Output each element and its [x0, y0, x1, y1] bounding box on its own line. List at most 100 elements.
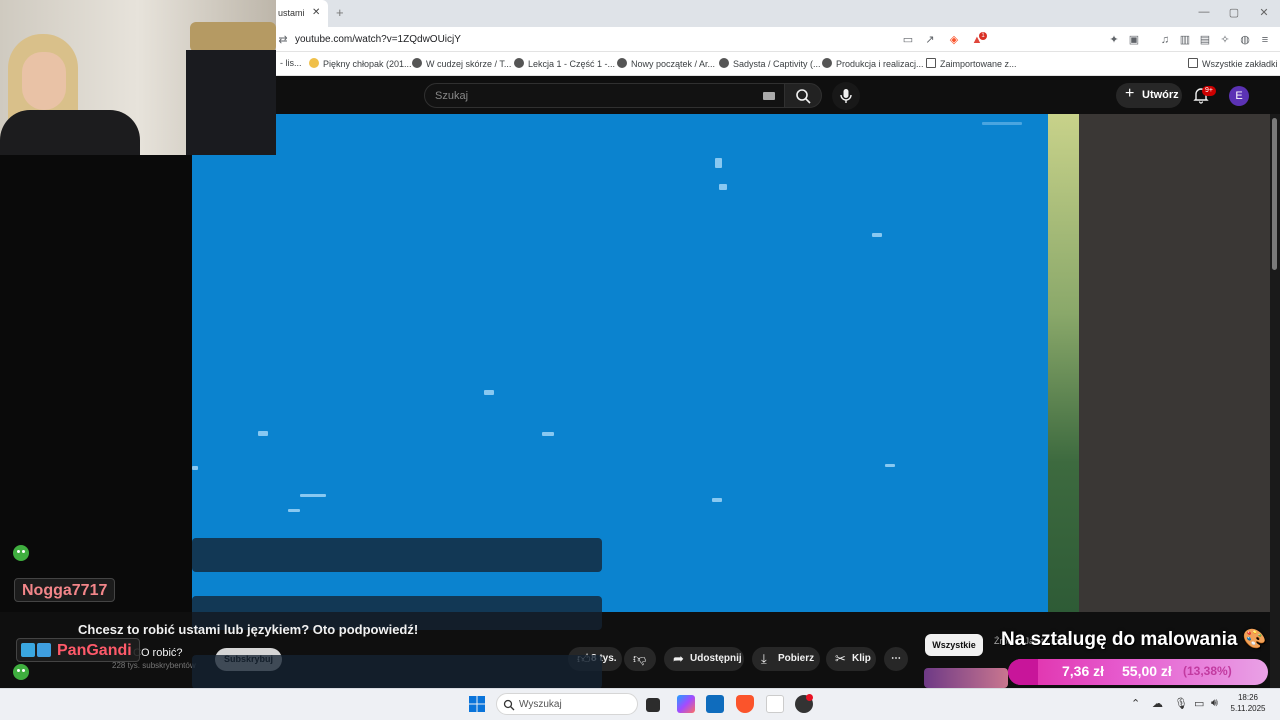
new-tab-button[interactable]: +	[336, 5, 344, 20]
store-icon[interactable]	[706, 695, 724, 713]
scissors-icon: ✂	[835, 651, 846, 666]
task-view-icon[interactable]	[646, 698, 660, 712]
cast-icon[interactable]: ▭	[901, 33, 915, 47]
notifications-badge: 9+	[1202, 86, 1216, 96]
windows-start-icon[interactable]	[469, 696, 485, 712]
all-bookmarks-folder[interactable]: Wszystkie zakładki	[1188, 58, 1278, 69]
share-arrow-icon: ➦	[673, 651, 684, 666]
tab-title: ustami	[278, 8, 305, 18]
create-button[interactable]: + Utwórz	[1116, 83, 1182, 108]
extensions-icon[interactable]: ✦	[1107, 33, 1121, 47]
sidebar-icon[interactable]: ▥	[1178, 33, 1192, 47]
bookmark-item[interactable]: Nowy początek / Ar...	[617, 58, 715, 69]
menu-icon[interactable]: ≡	[1258, 33, 1272, 47]
share-button[interactable]: ➦ Udostępnij	[664, 647, 744, 671]
leo-ai-icon[interactable]: ✧	[1218, 33, 1232, 47]
volume-icon[interactable]: 🔊︎	[1211, 697, 1218, 710]
emote-icon	[13, 545, 29, 561]
taskbar-search-placeholder: Wyszukaj	[519, 699, 562, 710]
donation-current: 7,36 zł	[1062, 663, 1105, 679]
filter-chip-all[interactable]: Wszystkie	[925, 634, 983, 656]
wallet-icon[interactable]: ▤	[1198, 33, 1212, 47]
search-icon	[796, 89, 811, 104]
tab-close-icon[interactable]: ✕	[312, 7, 320, 18]
clip-button[interactable]: ✂ Klip	[826, 647, 876, 671]
globe-icon	[719, 58, 729, 68]
music-icon[interactable]: ♫	[1158, 33, 1172, 47]
screen: ustami ✕ + — ▢ ✕ ⇄ youtube.com/watch?v=1…	[0, 0, 1280, 720]
onedrive-icon[interactable]: ☁	[1152, 697, 1163, 710]
keyboard-icon[interactable]	[763, 92, 775, 100]
globe-icon	[514, 58, 524, 68]
webcam-monitor	[186, 50, 276, 155]
url-text[interactable]: youtube.com/watch?v=1ZQdwOUicjY	[295, 34, 461, 45]
plus-icon: +	[1125, 85, 1135, 102]
webcam-person-face	[22, 52, 66, 110]
taskbar-clock[interactable]: 18:26 5.11.2025	[1228, 692, 1268, 714]
search-placeholder: Szukaj	[435, 90, 469, 102]
share-label: Udostępnij	[690, 653, 742, 664]
smiley-icon	[309, 58, 319, 68]
subscriber-badge-icon	[21, 643, 35, 657]
donation-progress-fill	[1008, 659, 1038, 685]
channel-name[interactable]: CO robić?	[133, 647, 183, 659]
thumbs-down-icon: 👎︎	[633, 651, 647, 666]
folder-icon	[1188, 58, 1198, 68]
download-label: Pobierz	[778, 653, 815, 664]
notes-app-icon[interactable]	[766, 695, 784, 713]
search-input[interactable]: Szukaj	[424, 83, 786, 108]
related-video-thumbnail[interactable]	[924, 668, 1008, 688]
download-icon: ⤓	[761, 651, 767, 666]
more-icon: ⋯	[891, 653, 901, 664]
video-left-margin	[0, 155, 192, 612]
bookmark-item[interactable]: Produkcja i realizacj...	[822, 58, 924, 69]
search-icon	[503, 699, 515, 711]
site-info-icon[interactable]: ⇄	[276, 33, 290, 47]
bookmark-item[interactable]: - lis...	[280, 58, 302, 68]
video-texture	[982, 122, 1022, 125]
chat-message-bubble	[192, 538, 602, 572]
more-actions-button[interactable]: ⋯	[884, 647, 908, 671]
taskbar-search-input[interactable]: Wyszukaj	[496, 693, 638, 715]
create-label: Utwórz	[1142, 89, 1179, 101]
video-texture	[258, 431, 268, 436]
bookmark-item[interactable]: Sadysta / Captivity (...	[719, 58, 821, 69]
webcam-person-body	[0, 110, 140, 155]
globe-icon	[617, 58, 627, 68]
network-icon[interactable]: ▭	[1194, 697, 1204, 710]
bookmark-folder[interactable]: Zaimportowane z...	[926, 58, 1017, 69]
globe-icon	[412, 58, 422, 68]
donation-goal: 55,00 zł	[1122, 663, 1172, 679]
video-texture	[192, 466, 198, 470]
share-icon[interactable]: ↗	[923, 33, 937, 47]
search-button[interactable]	[784, 83, 822, 108]
copilot-icon[interactable]	[677, 695, 695, 713]
video-texture	[288, 509, 300, 512]
video-title: Chcesz to robić ustami lub językiem? Oto…	[78, 622, 419, 637]
brave-shield-icon[interactable]: ◈	[947, 33, 961, 47]
voice-search-button[interactable]	[832, 82, 860, 110]
bookmark-item[interactable]: Lekcja 1 - Część 1 -...	[514, 58, 615, 69]
download-button[interactable]: ⤓ Pobierz	[752, 647, 820, 671]
screenshot-icon[interactable]: ▣	[1127, 33, 1141, 47]
donation-percent: (13,38%)	[1183, 664, 1232, 678]
maximize-button[interactable]: ▢	[1224, 6, 1244, 19]
avatar[interactable]: E	[1229, 86, 1249, 106]
scrollbar-thumb[interactable]	[1272, 118, 1277, 270]
video-texture	[872, 233, 882, 237]
minimize-button[interactable]: —	[1194, 6, 1214, 18]
clock-time: 18:26	[1237, 693, 1259, 702]
tray-chevron-icon[interactable]: ⌃	[1131, 697, 1140, 710]
extension-badge: 1	[979, 32, 987, 40]
windows-taskbar	[0, 688, 1280, 720]
chat-message-bubble	[192, 655, 602, 689]
microphone-tray-icon[interactable]: 🎙︎	[1174, 697, 1188, 710]
bookmark-item[interactable]: Piękny chłopak (201...	[309, 58, 412, 69]
dislike-button[interactable]: 👎︎	[624, 647, 656, 671]
close-window-button[interactable]: ✕	[1254, 6, 1274, 19]
video-texture	[712, 498, 722, 502]
brave-browser-icon[interactable]	[736, 695, 754, 713]
bookmark-item[interactable]: W cudzej skórze / T...	[412, 58, 511, 69]
vpn-icon[interactable]: ◍	[1238, 33, 1252, 47]
video-right-margin	[1079, 114, 1270, 612]
